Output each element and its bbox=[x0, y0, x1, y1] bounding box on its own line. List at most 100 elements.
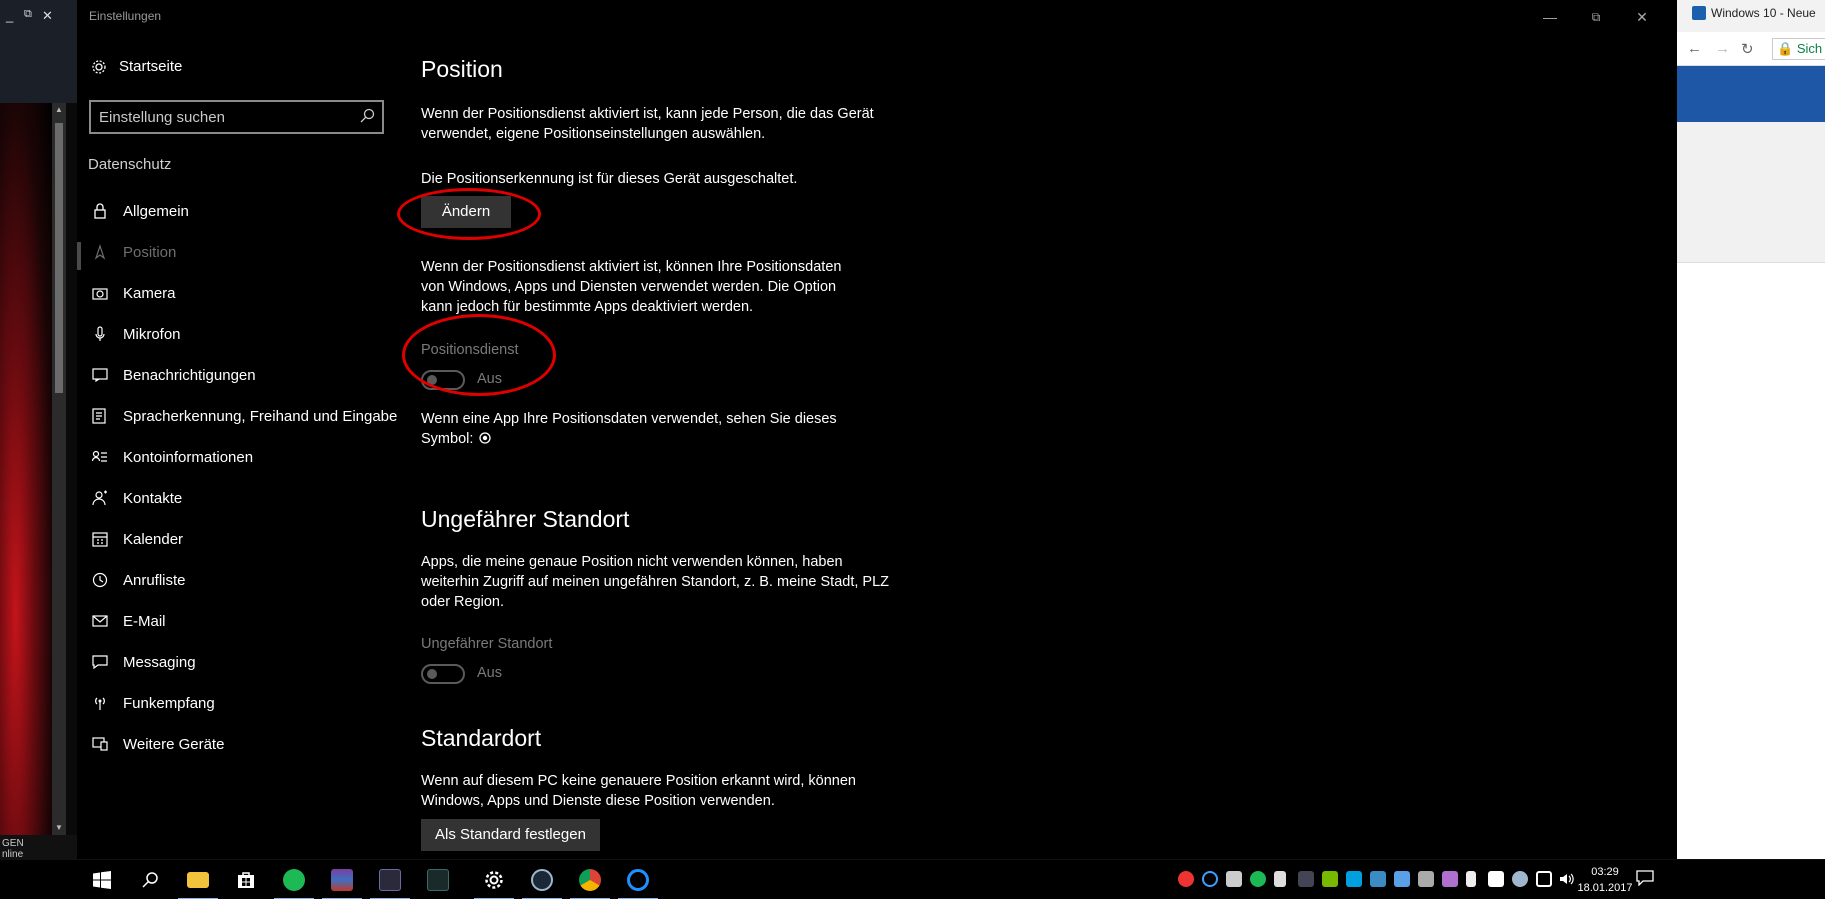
game-status: GEN nline bbox=[0, 835, 77, 860]
nav-item-funkempfang[interactable]: Funkempfang bbox=[91, 683, 407, 723]
approx-location-toggle[interactable] bbox=[421, 664, 465, 684]
chrome-icon[interactable] bbox=[566, 860, 614, 899]
browser-tab[interactable]: Windows 10 - Neue bbox=[1692, 6, 1816, 20]
devices-icon bbox=[91, 735, 109, 753]
nav-item-kalender[interactable]: Kalender bbox=[91, 519, 407, 559]
file-explorer-icon[interactable] bbox=[174, 860, 222, 899]
minimize-button[interactable]: — bbox=[1527, 6, 1573, 28]
restore-button[interactable]: ⧉ bbox=[24, 8, 32, 21]
scrollbar[interactable]: ▲ ▼ bbox=[52, 103, 66, 835]
symbol-text: Wenn eine App Ihre Positionsdaten verwen… bbox=[421, 409, 861, 449]
tray-app-icon[interactable] bbox=[1298, 871, 1314, 887]
approx-location-description: Apps, die meine genaue Position nicht ve… bbox=[421, 554, 890, 610]
scrollbar-thumb[interactable] bbox=[55, 123, 63, 393]
notification-icon bbox=[91, 366, 109, 384]
search-input[interactable] bbox=[99, 107, 349, 127]
nav-item-messaging[interactable]: Messaging bbox=[91, 642, 407, 682]
settings-icon[interactable] bbox=[470, 860, 518, 899]
nav-item-label: Position bbox=[123, 243, 177, 261]
app-icon[interactable] bbox=[366, 860, 414, 899]
location-in-use-icon bbox=[479, 432, 492, 444]
default-location-description: Wenn auf diesem PC keine genauere Positi… bbox=[421, 773, 856, 809]
messaging-icon bbox=[91, 653, 109, 671]
nav-item-weitere-geraete[interactable]: Weitere Geräte bbox=[91, 724, 407, 764]
nav-item-benachrichtigungen[interactable]: Benachrichtigungen bbox=[91, 355, 407, 395]
nav-item-mikrofon[interactable]: Mikrofon bbox=[91, 314, 407, 354]
close-button[interactable]: ✕ bbox=[1619, 6, 1665, 28]
nav-item-label: Benachrichtigungen bbox=[123, 366, 256, 384]
nav-item-label: Spracherkennung, Freihand und Eingabe bbox=[123, 407, 398, 425]
nav-item-email[interactable]: E-Mail bbox=[91, 601, 407, 641]
set-default-button[interactable]: Als Standard festlegen bbox=[421, 819, 600, 851]
nav-item-label: Mikrofon bbox=[123, 325, 181, 343]
network-icon[interactable] bbox=[1536, 871, 1552, 887]
nav-home-label: Startseite bbox=[119, 58, 183, 75]
clock[interactable]: 03:29 18.01.2017 bbox=[1575, 864, 1635, 896]
spotify-tray-icon[interactable] bbox=[1250, 871, 1266, 887]
nav-item-label: Messaging bbox=[123, 653, 196, 671]
nav-item-anrufliste[interactable]: Anrufliste bbox=[91, 560, 407, 600]
steam-tray-icon[interactable] bbox=[1512, 871, 1528, 887]
search-box[interactable] bbox=[89, 100, 384, 134]
nav-item-kontoinformationen[interactable]: Kontoinformationen bbox=[91, 437, 407, 477]
intro-text: Wenn der Positionsdienst aktiviert ist, … bbox=[421, 106, 874, 142]
scroll-up-arrow-icon[interactable]: ▲ bbox=[52, 103, 66, 117]
forward-arrow-icon[interactable]: → bbox=[1715, 40, 1730, 57]
minimize-button[interactable]: _ bbox=[6, 8, 13, 23]
service-description: Wenn der Positionsdienst aktiviert ist, … bbox=[421, 259, 842, 315]
nav-item-kontakte[interactable]: Kontakte bbox=[91, 478, 407, 518]
steam-icon[interactable] bbox=[518, 860, 566, 899]
reload-icon[interactable]: ↻ bbox=[1741, 40, 1754, 58]
back-arrow-icon[interactable]: ← bbox=[1687, 40, 1702, 57]
pen-icon bbox=[91, 407, 109, 425]
tray-app-icon[interactable] bbox=[1442, 871, 1458, 887]
background-game-window: _ ⧉ ✕ ▲ ▼ GEN nline bbox=[0, 0, 77, 860]
tray-app-icon[interactable] bbox=[1274, 871, 1286, 887]
maximize-button[interactable]: ⧉ bbox=[1573, 6, 1619, 28]
nav-item-position[interactable]: Position bbox=[91, 232, 407, 272]
app-refresh-icon[interactable] bbox=[614, 860, 662, 899]
nav-item-spracherkennung[interactable]: Spracherkennung, Freihand und Eingabe bbox=[91, 396, 407, 436]
address-bar[interactable]: 🔒 Sich bbox=[1772, 38, 1825, 60]
tray-app-icon[interactable] bbox=[1394, 871, 1410, 887]
app-icon[interactable] bbox=[414, 860, 462, 899]
tray-app-icon[interactable] bbox=[1466, 871, 1476, 887]
nvidia-tray-icon[interactable] bbox=[1322, 871, 1338, 887]
page-header-banner bbox=[1677, 66, 1825, 122]
microphone-icon bbox=[91, 325, 109, 343]
nav-item-label: Weitere Geräte bbox=[123, 735, 225, 753]
volume-icon[interactable] bbox=[1558, 871, 1574, 887]
browser-tabbar: Windows 10 - Neue bbox=[1677, 0, 1825, 32]
nav-item-label: Anrufliste bbox=[123, 571, 186, 589]
search-icon[interactable] bbox=[358, 107, 376, 125]
winrar-icon[interactable] bbox=[318, 860, 366, 899]
nav-item-label: Funkempfang bbox=[123, 694, 215, 712]
nav-item-label: Kamera bbox=[123, 284, 176, 302]
nav-item-label: Kontoinformationen bbox=[123, 448, 254, 466]
action-center-icon[interactable] bbox=[1636, 870, 1654, 887]
nav-item-allgemein[interactable]: Allgemein bbox=[91, 191, 407, 231]
clock-time: 03:29 bbox=[1591, 866, 1619, 878]
tray-app-icon[interactable] bbox=[1226, 871, 1242, 887]
nav-home[interactable]: Startseite bbox=[91, 58, 182, 75]
tray-app-icon[interactable] bbox=[1178, 871, 1194, 887]
tray-app-icon[interactable] bbox=[1202, 871, 1218, 887]
windows-start-icon[interactable] bbox=[78, 860, 126, 899]
scroll-down-arrow-icon[interactable]: ▼ bbox=[52, 821, 66, 835]
nav-item-label: Allgemein bbox=[123, 202, 189, 220]
contacts-icon bbox=[91, 489, 109, 507]
annotation-circle bbox=[397, 188, 541, 240]
toggle-knob bbox=[427, 669, 437, 679]
tray-app-icon[interactable] bbox=[1418, 871, 1434, 887]
tray-app-icon[interactable] bbox=[1370, 871, 1386, 887]
nav-item-kamera[interactable]: Kamera bbox=[91, 273, 407, 313]
search-icon[interactable] bbox=[126, 860, 174, 899]
page-title: Position bbox=[421, 56, 503, 82]
close-button[interactable]: ✕ bbox=[42, 8, 53, 24]
store-icon[interactable] bbox=[222, 860, 270, 899]
nav-item-label: E-Mail bbox=[123, 612, 166, 630]
windows-defender-icon[interactable] bbox=[1488, 871, 1504, 887]
spotify-icon[interactable] bbox=[270, 860, 318, 899]
logitech-tray-icon[interactable] bbox=[1346, 871, 1362, 887]
call-history-icon bbox=[91, 571, 109, 589]
